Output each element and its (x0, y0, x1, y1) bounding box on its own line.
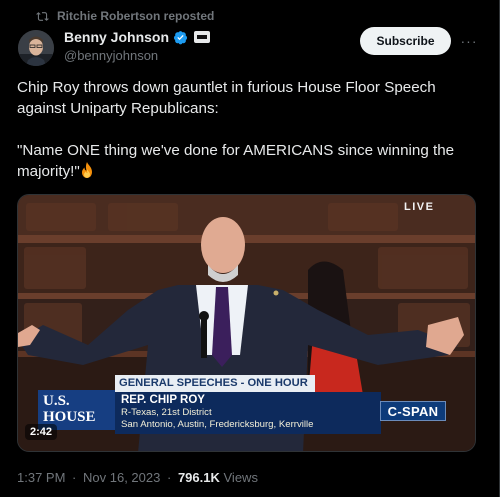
subscribe-button[interactable]: Subscribe (360, 27, 451, 55)
meta-separator: · (72, 470, 77, 485)
tweet-text: Chip Roy throws down gauntlet in furious… (17, 77, 487, 182)
network-logo: C-SPAN (380, 401, 446, 421)
tweet-text-line-2: "Name ONE thing we've done for AMERICANS… (17, 140, 487, 182)
repost-context: Ritchie Robertson reposted (36, 9, 214, 23)
house-logo-line-1: U.S. (43, 393, 70, 409)
author-name[interactable]: Benny Johnson (64, 29, 169, 45)
avatar[interactable] (18, 30, 54, 66)
fire-emoji-icon (81, 162, 92, 178)
views-count: 796.1K (177, 470, 220, 485)
more-icon[interactable]: ··· (459, 31, 479, 51)
house-logo-line-2: HOUSE (43, 409, 96, 425)
video-duration: 2:42 (25, 424, 58, 440)
author-handle[interactable]: @bennyjohnson (64, 48, 210, 63)
chyron-name: REP. CHIP ROY (121, 394, 205, 406)
views-label: Views (223, 470, 258, 485)
chyron-cities: San Antonio, Austin, Fredericksburg, Ker… (121, 419, 314, 430)
author-block: Benny Johnson @bennyjohnson (64, 29, 211, 63)
meta-separator-2: · (166, 470, 172, 485)
chyron-heading: GENERAL SPEECHES - ONE HOUR (115, 375, 315, 392)
verified-badge-icon (173, 30, 188, 44)
live-badge: LIVE (404, 201, 435, 213)
affiliate-badge-icon[interactable] (194, 31, 211, 43)
tweet-meta: 1:37 PM · Nov 16, 2023 · 796.1K Views (17, 470, 258, 485)
tweet[interactable]: Ritchie Robertson reposted Benny Johnson… (0, 0, 500, 497)
video-player[interactable]: LIVE U.S. HOUSE GENERAL SPEECHES - ONE H… (17, 194, 476, 452)
tweet-text-line-1: Chip Roy throws down gauntlet in furious… (17, 79, 436, 117)
chyron: REP. CHIP ROY R-Texas, 21st District San… (115, 392, 381, 434)
repost-text[interactable]: Ritchie Robertson reposted (57, 9, 214, 23)
chyron-district: R-Texas, 21st District (121, 407, 212, 418)
tweet-date[interactable]: Nov 16, 2023 (83, 470, 160, 485)
repost-icon (36, 11, 49, 21)
tweet-time[interactable]: 1:37 PM (17, 470, 65, 485)
